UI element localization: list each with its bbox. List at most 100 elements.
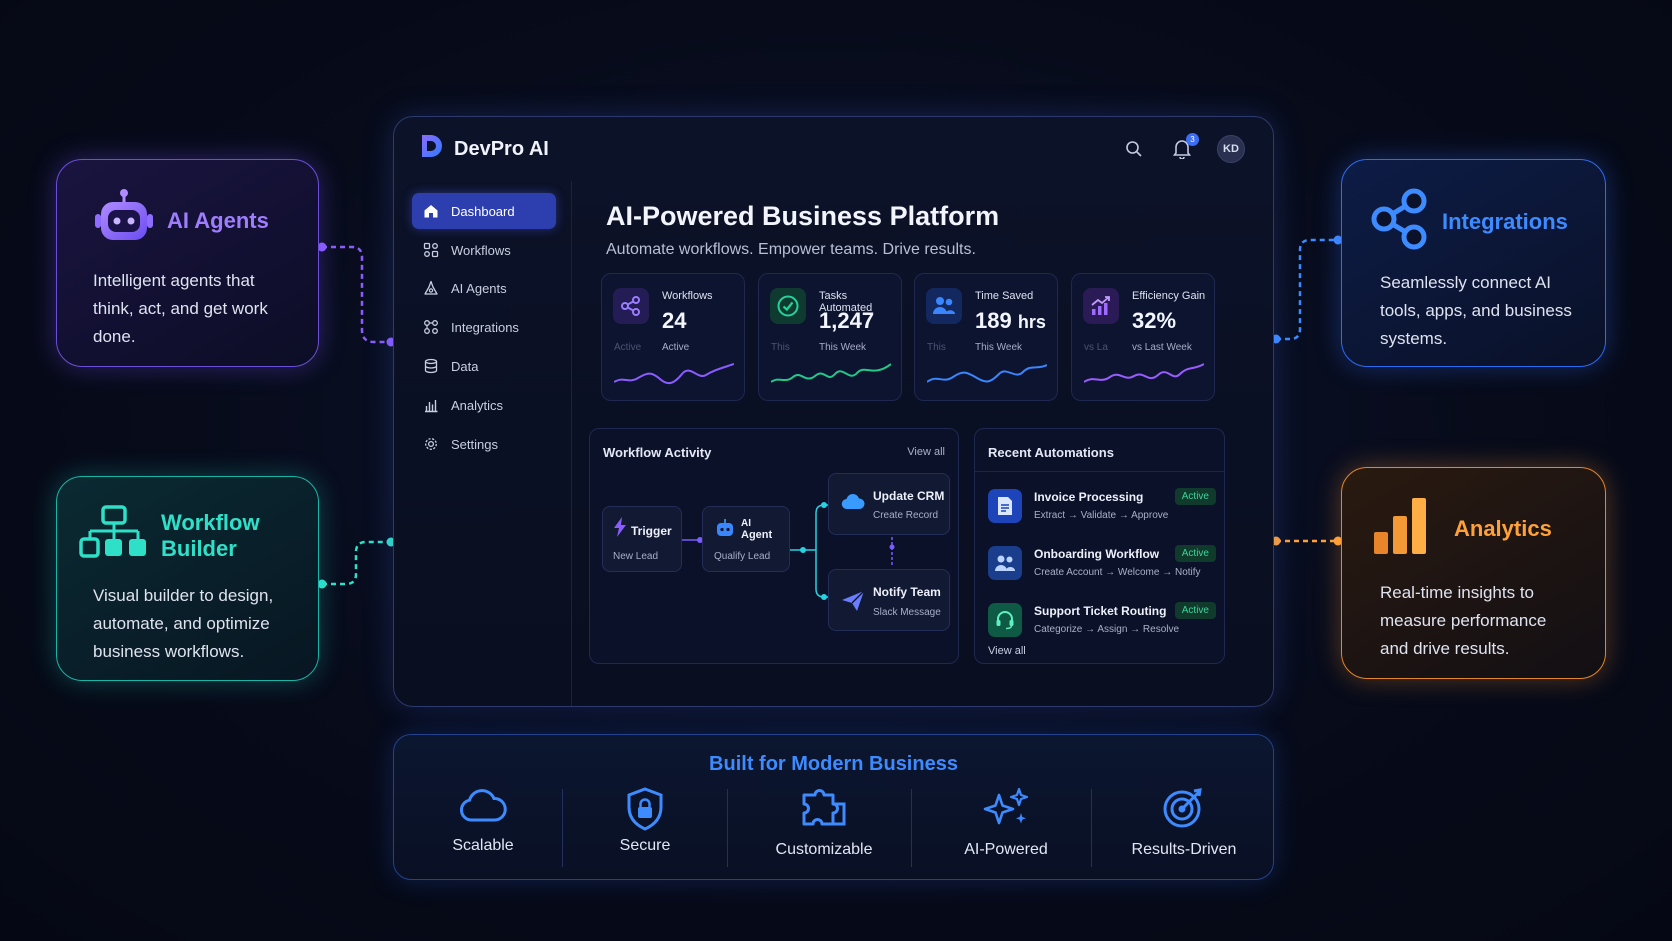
sidebar-item-dashboard[interactable]: Dashboard [412,193,556,229]
stat-sub: Active [662,342,690,353]
benefits-bar: Built for Modern Business Scalable Secur… [393,734,1274,880]
page-title: AI-Powered Business Platform [606,201,1000,231]
sidebar-item-data[interactable]: Data [412,348,556,384]
feature-card-integrations: Integrations Seamlessly connect AI tools… [1341,159,1606,367]
sidebar: Dashboard Workflows AI Agents Integratio… [394,181,572,706]
node-title-line1: AI [741,518,751,529]
stat-value: 1,247 [819,308,875,333]
automation-item[interactable]: Invoice Processing Extract → Validate → … [988,485,1216,533]
benefits-title: Built for Modern Business [709,753,958,775]
node-title: Update CRM [873,489,945,503]
app-name: DevPro AI [454,137,549,160]
sidebar-item-label: Integrations [451,319,519,335]
workflow-activity-panel: Workflow Activity View all Trigger New L… [589,428,959,664]
sidebar-item-label: Data [451,358,479,374]
stat-sub: This Week [819,342,867,353]
feature-card-ai-agents: AI Agents Intelligent agents that think,… [56,159,319,367]
benefit-results-driven: Results-Driven [1104,787,1264,859]
status-badge: Active [1174,488,1216,505]
automation-title: Onboarding Workflow [1034,547,1160,561]
sidebar-item-settings[interactable]: Settings [412,426,556,462]
main-content: AI-Powered Business Platform Automate wo… [572,181,1273,706]
analytics-icon [425,400,438,413]
sparkles-icon [983,787,1029,825]
flow-node-notify-team[interactable]: Notify Team Slack Message [828,569,950,631]
feature-title: Workflow Builder [161,509,260,561]
status-badge: Active [1174,545,1216,562]
benefit-label: Scalable [452,837,514,854]
sidebar-item-label: Settings [451,436,498,452]
benefit-secure: Secure [570,787,720,855]
node-title-line2: Agent [741,529,773,541]
puzzle-icon [802,789,846,826]
feature-title: Integrations [1442,208,1568,234]
node-sub: Slack Message [873,607,941,618]
share-nodes-icon [1370,188,1430,255]
automation-item[interactable]: Onboarding Workflow Create Account → Wel… [988,542,1216,590]
automation-steps: Categorize → Assign → Resolve [1034,624,1180,635]
stat-value: 189 hrs [975,308,1046,334]
robot-icon [93,188,155,253]
stat-unit: hrs [1017,312,1046,332]
stat-card-time-saved[interactable]: Time Saved 189 hrs This This Week [914,273,1058,401]
stat-value: 24 [662,308,687,333]
avatar[interactable]: KD [1217,135,1245,163]
feature-card-analytics: Analytics Real-time insights to measure … [1341,467,1606,679]
stat-card-workflows[interactable]: Workflows 24 Active Active [601,273,745,401]
flow-node-ai-agent[interactable]: AI Agent Qualify Lead [702,506,790,572]
brand[interactable]: DevPro AI [420,133,549,165]
sparkline [614,363,734,385]
benefit-ai-powered: AI-Powered [926,787,1086,859]
view-all-link[interactable]: View all [988,645,1026,657]
benefit-label: Secure [619,837,671,854]
sidebar-item-label: Dashboard [451,203,515,219]
gear-icon [425,438,437,450]
workflow-icon [423,242,439,258]
share-icon [613,288,649,324]
notifications-button[interactable]: 3 [1169,133,1199,162]
automation-item[interactable]: Support Ticket Routing Categorize → Assi… [988,599,1216,647]
robot-icon [717,519,733,536]
stat-card-tasks-automated[interactable]: Tasks Automated 1,247 This This Week [758,273,902,401]
sparkline [1084,363,1204,383]
automation-steps: Extract → Validate → Approve [1034,510,1169,521]
sparkline [927,364,1047,383]
top-bar: DevPro AI 3 KD [394,117,1273,181]
search-button[interactable] [1121,136,1147,162]
paper-plane-icon [842,590,865,611]
stat-sub: This Week [975,342,1023,353]
stat-ghost-text: This [771,342,790,353]
sidebar-item-workflows[interactable]: Workflows [412,232,556,268]
node-title: Trigger [631,524,672,538]
sidebar-item-ai-agents[interactable]: AI Agents [412,270,556,306]
flow-node-trigger[interactable]: Trigger New Lead [602,506,682,572]
cloud-icon [841,494,865,510]
notification-badge: 3 [1186,133,1199,146]
shield-lock-icon [627,787,663,831]
search-icon [1126,141,1142,157]
logo-icon [420,133,444,165]
target-icon [1163,788,1202,828]
stat-sub: vs Last Week [1132,342,1192,353]
sidebar-item-label: Analytics [451,397,504,413]
cloud-icon [459,789,507,822]
stat-ghost-text: Active [614,342,642,353]
stat-value: 32% [1132,308,1177,333]
bar-chart-icon [1372,496,1430,561]
document-icon [988,489,1022,523]
sidebar-item-analytics[interactable]: Analytics [412,387,556,423]
benefit-label: Results-Driven [1131,841,1237,858]
automation-steps: Create Account → Welcome → Notify [1034,567,1201,578]
feature-title: AI Agents [167,207,269,233]
feature-description: Visual builder to design, automate, and … [93,586,274,661]
node-sub: New Lead [613,551,659,562]
flow-node-update-crm[interactable]: Update CRM Create Record [828,473,950,535]
lightning-icon [614,517,626,537]
stat-label: Efficiency Gain [1132,290,1206,302]
stat-card-efficiency-gain[interactable]: Efficiency Gain 32% vs La vs Last Week [1071,273,1215,401]
benefit-label: Customizable [775,841,873,858]
sidebar-item-integrations[interactable]: Integrations [412,309,556,345]
sidebar-item-label: Workflows [451,242,511,258]
benefit-customizable: Customizable [739,787,909,859]
database-icon [424,358,438,374]
